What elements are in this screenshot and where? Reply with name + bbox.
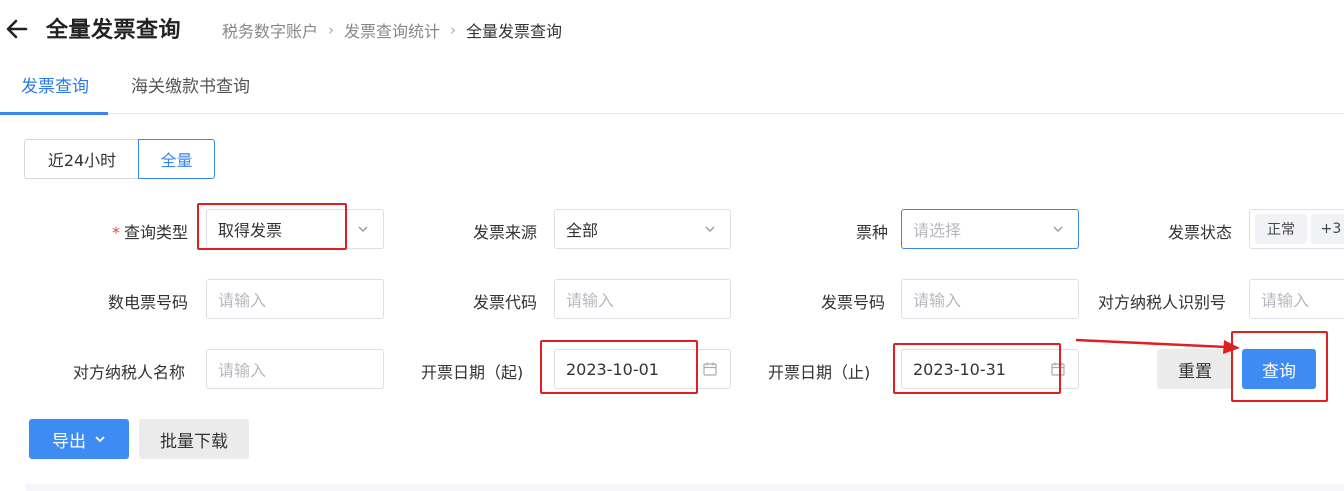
- tab-customs-payment-query[interactable]: 海关缴款书查询: [131, 72, 250, 97]
- back-arrow-icon[interactable]: [4, 14, 30, 44]
- active-tab-indicator: [0, 112, 108, 115]
- calendar-icon: [1051, 362, 1065, 376]
- breadcrumb-separator-icon: ›: [328, 21, 335, 39]
- tab-bar: 发票查询 海关缴款书查询: [0, 62, 1344, 115]
- annotation-arrow-icon: [1075, 338, 1240, 354]
- breadcrumb-item-current: 全量发票查询: [466, 22, 563, 41]
- tab-invoice-query[interactable]: 发票查询: [21, 72, 89, 97]
- breadcrumb: 税务数字账户 › 发票查询统计 › 全量发票查询: [222, 18, 562, 42]
- export-button[interactable]: 导出: [29, 419, 129, 459]
- query-type-label: * 查询类型: [112, 219, 188, 243]
- chevron-down-icon: [358, 226, 368, 232]
- issue-date-end-picker[interactable]: 2023-10-31: [901, 349, 1079, 389]
- e-invoice-no-input[interactable]: 请输入: [206, 279, 384, 319]
- invoice-source-value: 全部: [566, 221, 599, 240]
- range-all-button[interactable]: 全量: [138, 139, 215, 179]
- query-type-select[interactable]: 取得发票: [206, 209, 384, 249]
- invoice-no-label: 发票号码: [821, 293, 886, 312]
- counterparty-tax-id-label: 对方纳税人识别号: [1098, 293, 1227, 312]
- counterparty-name-input[interactable]: 请输入: [206, 349, 384, 389]
- counterparty-name-placeholder: 请输入: [218, 361, 267, 380]
- breadcrumb-item-invoice-stats[interactable]: 发票查询统计: [344, 18, 440, 42]
- e-invoice-no-label: 数电票号码: [108, 293, 189, 312]
- issue-date-end-label: 开票日期（止): [768, 363, 871, 382]
- export-button-label: 导出: [52, 431, 86, 452]
- invoice-code-placeholder: 请输入: [566, 291, 615, 310]
- page-header: 全量发票查询 税务数字账户 › 发票查询统计 › 全量发票查询: [0, 0, 1344, 60]
- query-type-value: 取得发票: [218, 221, 283, 240]
- invoice-source-select[interactable]: 全部: [554, 209, 731, 249]
- calendar-icon: [703, 362, 717, 376]
- ticket-type-placeholder: 请选择: [913, 221, 962, 240]
- issue-date-start-label: 开票日期（起): [421, 363, 524, 382]
- required-star: *: [112, 223, 120, 242]
- ticket-type-select[interactable]: 请选择: [901, 209, 1079, 249]
- invoice-code-input[interactable]: 请输入: [554, 279, 731, 319]
- chevron-down-icon: [1053, 226, 1063, 232]
- invoice-no-input[interactable]: 请输入: [901, 279, 1079, 319]
- issue-date-end-value: 2023-10-31: [913, 359, 1006, 379]
- chevron-down-icon: [705, 226, 715, 232]
- counterparty-name-label: 对方纳税人名称: [73, 363, 186, 382]
- status-tag-normal[interactable]: 正常: [1255, 214, 1307, 244]
- batch-download-button[interactable]: 批量下载: [139, 419, 249, 459]
- issue-date-start-picker[interactable]: 2023-10-01: [554, 349, 731, 389]
- counterparty-tax-id-input[interactable]: 请输入: [1249, 279, 1344, 319]
- breadcrumb-separator-icon: ›: [450, 21, 457, 39]
- chevron-down-icon: [95, 436, 105, 443]
- invoice-source-label: 发票来源: [473, 223, 538, 242]
- breadcrumb-item-tax-account[interactable]: 税务数字账户: [222, 18, 318, 42]
- issue-date-start-value: 2023-10-01: [566, 359, 659, 379]
- counterparty-tax-id-placeholder: 请输入: [1261, 291, 1310, 310]
- query-button[interactable]: 查询: [1242, 349, 1316, 389]
- e-invoice-no-placeholder: 请输入: [218, 291, 267, 310]
- invoice-status-label: 发票状态: [1168, 223, 1233, 242]
- ticket-type-label: 票种: [856, 223, 889, 242]
- range-last-24h-button[interactable]: 近24小时: [24, 139, 139, 179]
- table-area-top: [26, 484, 1344, 491]
- page-title: 全量发票查询: [46, 18, 182, 43]
- invoice-code-label: 发票代码: [473, 293, 538, 312]
- status-tag-more[interactable]: +3: [1311, 214, 1344, 244]
- invoice-no-placeholder: 请输入: [913, 291, 962, 310]
- query-type-label-text: 查询类型: [124, 223, 189, 242]
